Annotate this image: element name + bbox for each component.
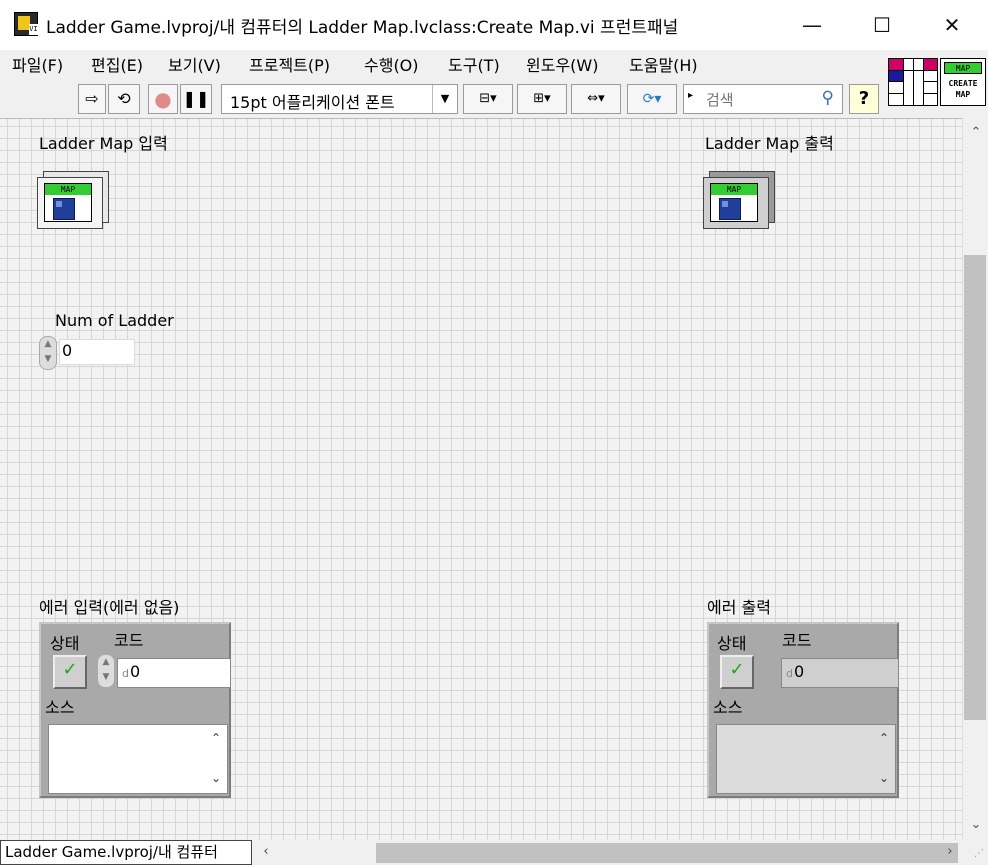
status-checkbox[interactable]: ✓ xyxy=(53,655,87,689)
menu-operate[interactable]: 수행(O) xyxy=(362,52,421,76)
align-objects-icon: ⊟▾ xyxy=(479,91,497,106)
align-objects-button[interactable]: ⊟▾ xyxy=(463,84,513,114)
source-scrollbar[interactable]: ⌃ ⌄ xyxy=(207,728,225,790)
abort-icon: ● xyxy=(154,87,172,111)
font-select-value: 15pt 어플리케이션 폰트 xyxy=(230,93,395,112)
horizontal-scroll-thumb[interactable] xyxy=(376,843,958,863)
minimize-icon: — xyxy=(802,13,822,37)
run-button[interactable]: ⇨ xyxy=(78,84,106,114)
scroll-left-icon[interactable]: ‹ xyxy=(256,842,276,862)
num-of-ladder-control[interactable]: ▲ ▼ 0 xyxy=(39,336,139,370)
ladder-map-in-label: Ladder Map 입력 xyxy=(39,134,168,153)
error-code-output: d0 xyxy=(781,658,899,688)
search-expand-icon: ▸ xyxy=(688,90,694,101)
ladder-map-in-control[interactable]: MAP xyxy=(37,171,109,229)
status-indicator: ✓ xyxy=(720,655,754,689)
vertical-scroll-thumb[interactable] xyxy=(964,255,986,720)
vi-icon-map-badge: MAP xyxy=(944,62,982,74)
close-button[interactable]: ✕ xyxy=(917,0,987,50)
check-icon: ✓ xyxy=(729,659,745,680)
num-of-ladder-input[interactable]: 0 xyxy=(59,339,135,365)
connector-pane[interactable] xyxy=(888,58,938,106)
source-label: 소스 xyxy=(713,698,743,717)
maximize-icon: ☐ xyxy=(873,13,891,37)
pause-button[interactable]: ❚❚ xyxy=(180,84,212,114)
increment-decrement-icon[interactable]: ▲ ▼ xyxy=(39,336,57,370)
scroll-right-icon[interactable]: › xyxy=(940,842,960,862)
chevron-down-icon: ▼ xyxy=(432,85,457,113)
search-box[interactable]: ▸ ⚲ xyxy=(683,84,843,114)
project-context-tab[interactable]: Ladder Game.lvproj/내 컴퓨터 xyxy=(0,840,252,865)
ladder-map-out-label: Ladder Map 출력 xyxy=(705,134,834,153)
ladder-map-out-indicator[interactable]: MAP xyxy=(703,171,775,229)
status-label: 상태 xyxy=(50,634,80,653)
scroll-up-icon[interactable]: ⌃ xyxy=(963,122,988,144)
labview-app-icon: VI xyxy=(14,12,38,36)
error-source-input[interactable]: ⌃ ⌄ xyxy=(48,724,228,794)
error-out-label: 에러 출력 xyxy=(707,598,771,617)
code-label: 코드 xyxy=(782,631,812,650)
check-icon: ✓ xyxy=(62,659,78,680)
cube-icon xyxy=(53,198,75,220)
cube-icon xyxy=(719,198,741,220)
title-bar: VI Ladder Game.lvproj/내 컴퓨터의 Ladder Map.… xyxy=(0,0,988,50)
window-title: Ladder Game.lvproj/내 컴퓨터의 Ladder Map.lvc… xyxy=(46,18,679,38)
distribute-objects-button[interactable]: ⊞▾ xyxy=(517,84,567,114)
menu-view[interactable]: 보기(V) xyxy=(166,52,223,76)
resize-grip-icon[interactable]: ⋰ xyxy=(966,848,984,862)
vi-icon-text-2: MAP xyxy=(955,90,971,99)
distribute-objects-icon: ⊞▾ xyxy=(533,91,551,106)
maximize-button[interactable]: ☐ xyxy=(847,0,917,50)
menu-project[interactable]: 프로젝트(P) xyxy=(247,52,332,76)
resize-objects-icon: ⇔▾ xyxy=(587,91,605,106)
run-arrow-icon: ⇨ xyxy=(85,89,99,108)
run-continuously-icon: ⟲ xyxy=(117,89,131,108)
status-label: 상태 xyxy=(717,634,747,653)
source-label: 소스 xyxy=(45,698,75,717)
error-out-cluster: 상태 코드 ✓ d0 소스 ⌃ ⌄ xyxy=(707,622,899,798)
error-source-output: ⌃ ⌄ xyxy=(716,724,896,794)
resize-objects-button[interactable]: ⇔▾ xyxy=(571,84,621,114)
search-input[interactable] xyxy=(704,88,808,112)
code-label: 코드 xyxy=(114,631,144,650)
menu-window[interactable]: 윈도우(W) xyxy=(524,52,600,76)
help-icon: ? xyxy=(858,88,870,109)
error-in-cluster: 상태 코드 ✓ ▲ ▼ d0 소스 ⌃ ⌄ xyxy=(39,622,231,798)
menu-help[interactable]: 도움말(H) xyxy=(627,52,700,76)
source-scrollbar[interactable]: ⌃ ⌄ xyxy=(875,728,893,790)
menu-edit[interactable]: 편집(E) xyxy=(89,52,145,76)
num-of-ladder-label: Num of Ladder xyxy=(55,311,174,330)
vi-icon[interactable]: MAP CREATE MAP xyxy=(940,58,986,106)
toolbar: ⇨ ⟲ ● ❚❚ 15pt 어플리케이션 폰트 ▼ ⊟▾ ⊞▾ ⇔▾ ⟳▾ ▸ … xyxy=(0,80,884,118)
vi-icon-text-1: CREATE xyxy=(948,79,978,88)
run-continuously-button[interactable]: ⟲ xyxy=(108,84,140,114)
pause-icon: ❚❚ xyxy=(182,89,210,108)
scroll-down-icon[interactable]: ⌄ xyxy=(963,814,988,836)
menu-file[interactable]: 파일(F) xyxy=(10,52,65,76)
code-increment-decrement-icon[interactable]: ▲ ▼ xyxy=(97,654,115,688)
reorder-button[interactable]: ⟳▾ xyxy=(627,84,677,114)
error-in-label: 에러 입력(에러 없음) xyxy=(39,598,180,617)
search-icon[interactable]: ⚲ xyxy=(822,88,834,108)
error-code-input[interactable]: d0 xyxy=(117,658,231,688)
menu-tools[interactable]: 도구(T) xyxy=(446,52,502,76)
abort-button[interactable]: ● xyxy=(148,84,178,114)
menu-bar: 파일(F) 편집(E) 보기(V) 프로젝트(P) 수행(O) 도구(T) 윈도… xyxy=(0,50,884,80)
minimize-button[interactable]: — xyxy=(777,0,847,50)
context-help-button[interactable]: ? xyxy=(849,84,879,114)
reorder-icon: ⟳▾ xyxy=(642,91,662,107)
close-icon: ✕ xyxy=(943,13,961,37)
font-select[interactable]: 15pt 어플리케이션 폰트 ▼ xyxy=(221,84,458,114)
